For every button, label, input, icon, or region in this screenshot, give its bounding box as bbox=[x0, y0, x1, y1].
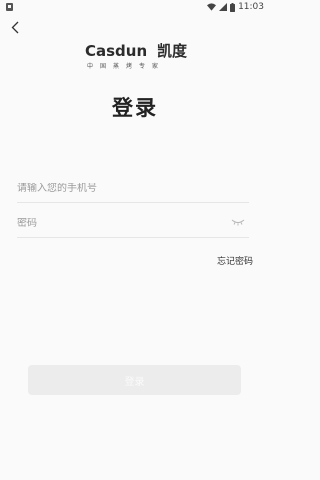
back-arrow-icon bbox=[11, 21, 19, 33]
signal-icon bbox=[219, 3, 228, 11]
status-bar: 11:03 bbox=[0, 0, 270, 14]
phone-field bbox=[17, 174, 249, 203]
phone-input[interactable] bbox=[17, 182, 249, 194]
logo-chinese: 凯度 bbox=[157, 42, 188, 60]
wifi-icon bbox=[207, 3, 217, 11]
logo-tagline: 中国蒸烤专家 bbox=[87, 63, 166, 70]
status-left bbox=[6, 3, 13, 11]
eye-closed-icon[interactable] bbox=[231, 217, 245, 227]
battery-icon bbox=[230, 2, 236, 12]
status-time: 11:03 bbox=[238, 2, 264, 12]
status-right: 11:03 bbox=[207, 2, 264, 12]
brand-logo: Casdun 凯度 中国蒸烤专家 bbox=[85, 42, 195, 74]
password-input[interactable] bbox=[17, 217, 249, 229]
logo-latin: Casdun bbox=[85, 42, 148, 60]
page-title: 登录 bbox=[112, 96, 158, 120]
password-field bbox=[17, 209, 249, 238]
login-button[interactable]: 登录 bbox=[28, 365, 241, 395]
forgot-password-link[interactable]: 忘记密码 bbox=[217, 254, 253, 267]
back-button[interactable] bbox=[6, 16, 24, 38]
sim-card-icon bbox=[6, 3, 13, 11]
